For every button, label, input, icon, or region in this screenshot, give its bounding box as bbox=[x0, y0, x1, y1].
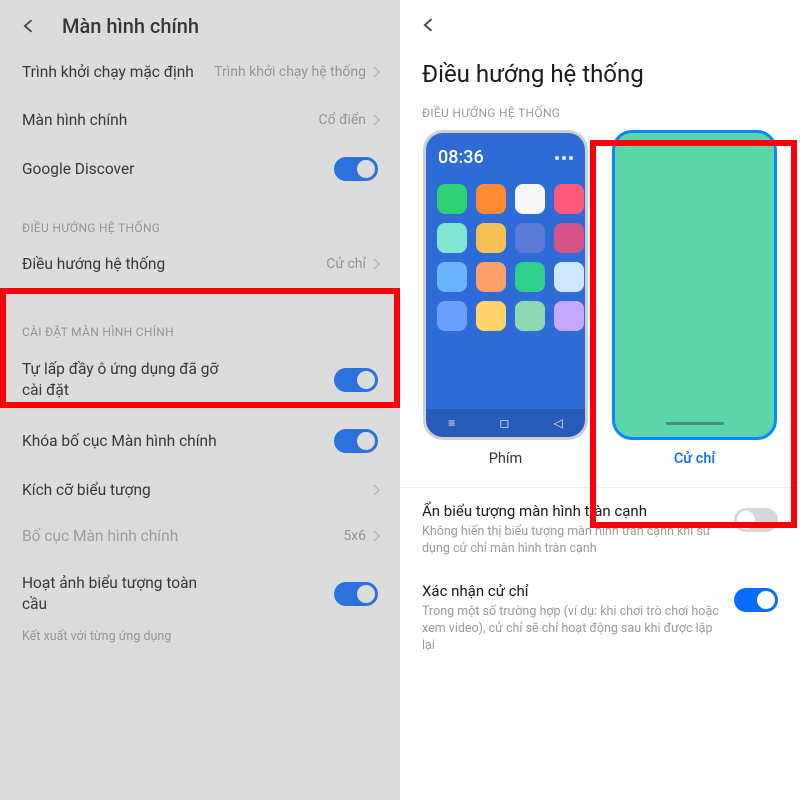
right-panel: Điều hướng hệ thống ĐIỀU HƯỚNG HỆ THỐNG … bbox=[400, 0, 800, 800]
app-icon bbox=[554, 223, 584, 253]
app-icon-grid bbox=[426, 174, 585, 341]
right-header bbox=[400, 0, 800, 46]
nav-mode-buttons[interactable]: 08:36 ≡ ◻ ◁ Phím bbox=[423, 130, 588, 467]
left-panel: Màn hình chính Trình khởi chạy mặc định … bbox=[0, 0, 400, 800]
hidefull-title: Ẩn biểu tượng màn hình tràn cạnh bbox=[422, 502, 724, 520]
row-confirm-gesture: Xác nhận cử chỉ Trong một số trường hợp … bbox=[400, 570, 800, 667]
right-nav-section: ĐIỀU HƯỚNG HỆ THỐNG bbox=[400, 106, 800, 126]
app-icon bbox=[554, 262, 584, 292]
globalanim-label: Hoạt ảnh biểu tượng toàn cầu bbox=[22, 573, 222, 615]
homescreen-label: Màn hình chính bbox=[22, 111, 127, 129]
fill-label: Tự lấp đầy ô ứng dụng đã gỡ cài đặt bbox=[22, 359, 222, 401]
nav-menu-icon: ≡ bbox=[448, 416, 455, 430]
nav-mode-gestures[interactable]: Cử chỉ bbox=[612, 130, 777, 467]
buttons-label: Phím bbox=[489, 450, 522, 467]
app-icon bbox=[554, 184, 584, 214]
app-icon bbox=[476, 184, 506, 214]
back-icon[interactable] bbox=[18, 15, 40, 37]
iconsize-label: Kích cỡ biểu tượng bbox=[22, 481, 151, 499]
fill-toggle[interactable] bbox=[334, 368, 378, 392]
discover-toggle[interactable] bbox=[334, 157, 378, 181]
iconsize-chevron bbox=[370, 486, 378, 494]
app-icon bbox=[437, 301, 467, 331]
chevron-right-icon bbox=[368, 67, 379, 78]
lock-label: Khóa bố cục Màn hình chính bbox=[22, 432, 217, 450]
row-system-navigation[interactable]: Điều hướng hệ thống Cử chỉ bbox=[0, 241, 400, 287]
left-title: Màn hình chính bbox=[62, 14, 199, 38]
row-hide-fullscreen-indicator: Ẩn biểu tượng màn hình tràn cạnh Không h… bbox=[400, 490, 800, 570]
confirm-title: Xác nhận cử chỉ bbox=[422, 582, 724, 600]
left-header: Màn hình chính bbox=[0, 0, 400, 48]
right-title: Điều hướng hệ thống bbox=[400, 46, 800, 106]
nav-back-icon: ◁ bbox=[554, 416, 563, 430]
app-icon bbox=[437, 184, 467, 214]
chevron-right-icon bbox=[368, 114, 379, 125]
row-google-discover: Google Discover bbox=[0, 143, 400, 195]
nav-buttons-bar: ≡ ◻ ◁ bbox=[426, 409, 585, 437]
chevron-right-icon bbox=[368, 530, 379, 541]
row-lock-layout: Khóa bố cục Màn hình chính bbox=[0, 415, 400, 467]
row-icon-size[interactable]: Kích cỡ biểu tượng bbox=[0, 467, 400, 513]
hidefull-toggle[interactable] bbox=[734, 508, 778, 532]
discover-label: Google Discover bbox=[22, 160, 134, 178]
settings-section-head: CÀI ĐẶT MÀN HÌNH CHÍNH bbox=[0, 295, 400, 345]
nav-mode-cards: 08:36 ≡ ◻ ◁ Phím Cử chỉ bbox=[400, 126, 800, 481]
app-icon bbox=[515, 184, 545, 214]
gestures-preview bbox=[612, 130, 777, 440]
app-icon bbox=[476, 262, 506, 292]
gesture-bar-icon bbox=[666, 422, 724, 425]
row-fill-uninstalled: Tự lấp đầy ô ứng dụng đã gỡ cài đặt bbox=[0, 345, 400, 415]
app-icon bbox=[476, 223, 506, 253]
row-homescreen-style[interactable]: Màn hình chính Cổ điển bbox=[0, 97, 400, 143]
confirm-toggle[interactable] bbox=[734, 588, 778, 612]
chevron-right-icon bbox=[368, 484, 379, 495]
nav-section-head: ĐIỀU HƯỚNG HỆ THỐNG bbox=[0, 203, 400, 241]
app-icon bbox=[437, 262, 467, 292]
launcher-label: Trình khởi chạy mặc định bbox=[22, 62, 194, 83]
gestures-label: Cử chỉ bbox=[674, 450, 715, 467]
back-icon[interactable] bbox=[418, 14, 440, 36]
sysnav-label: Điều hướng hệ thống bbox=[22, 255, 165, 273]
sysnav-value: Cử chỉ bbox=[326, 256, 378, 272]
app-icon bbox=[515, 301, 545, 331]
row-default-launcher[interactable]: Trình khởi chạy mặc định Trình khởi chạy… bbox=[0, 48, 400, 97]
confirm-desc: Trong một số trường hợp (ví dụ: khi chơi… bbox=[422, 604, 724, 655]
buttons-preview: 08:36 ≡ ◻ ◁ bbox=[423, 130, 588, 440]
globalanim-desc: Kết xuất với từng ứng dụng bbox=[0, 629, 400, 644]
app-icon bbox=[515, 223, 545, 253]
hidefull-desc: Không hiển thị biểu tượng màn hình tràn … bbox=[422, 524, 724, 558]
app-icon bbox=[437, 223, 467, 253]
nav-home-icon: ◻ bbox=[499, 416, 509, 430]
globalanim-toggle[interactable] bbox=[334, 582, 378, 606]
homescreen-value: Cổ điển bbox=[319, 112, 379, 128]
row-global-icon-anim: Hoạt ảnh biểu tượng toàn cầu bbox=[0, 559, 400, 629]
preview-time: 08:36 bbox=[438, 147, 484, 168]
layout-label: Bố cục Màn hình chính bbox=[22, 527, 178, 545]
app-icon bbox=[554, 301, 584, 331]
lock-toggle[interactable] bbox=[334, 429, 378, 453]
layout-value: 5x6 bbox=[343, 528, 378, 544]
row-layout[interactable]: Bố cục Màn hình chính 5x6 bbox=[0, 513, 400, 559]
chevron-right-icon bbox=[368, 258, 379, 269]
app-icon bbox=[515, 262, 545, 292]
app-icon bbox=[476, 301, 506, 331]
launcher-value: Trình khởi chạy hệ thống bbox=[214, 64, 378, 80]
